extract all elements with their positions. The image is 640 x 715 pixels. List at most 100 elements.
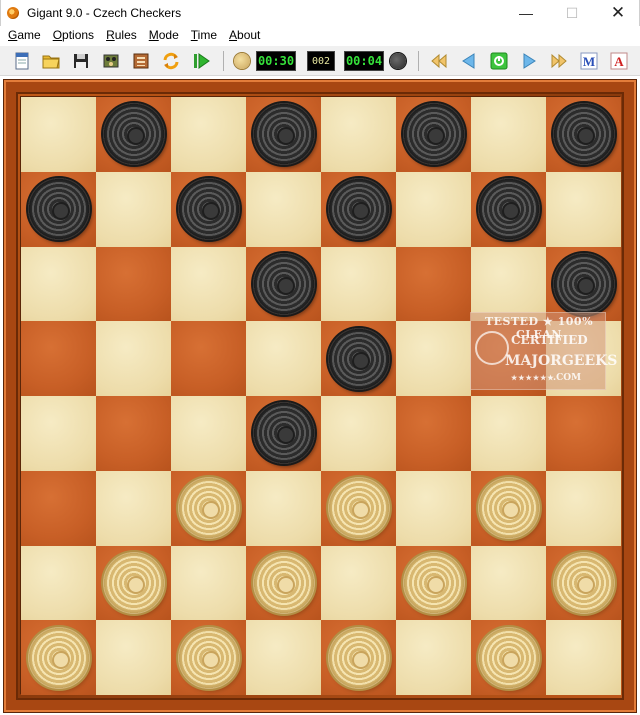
manual-m-icon[interactable]: M — [578, 50, 600, 72]
menu-mode[interactable]: Mode — [143, 26, 185, 46]
board-square[interactable] — [246, 620, 321, 695]
board-square[interactable] — [171, 171, 246, 247]
white-checker-piece[interactable] — [177, 477, 240, 540]
board-square[interactable] — [21, 97, 96, 172]
board-square[interactable] — [21, 545, 96, 621]
flip-rotate-icon[interactable] — [160, 50, 182, 72]
board-square[interactable] — [546, 545, 621, 621]
board-square[interactable] — [96, 97, 171, 172]
board-square[interactable] — [246, 171, 321, 247]
save-disk-icon[interactable] — [70, 50, 92, 72]
board-square[interactable] — [246, 246, 321, 322]
board-square[interactable] — [171, 620, 246, 695]
board-square[interactable] — [321, 396, 396, 471]
board-square[interactable] — [546, 470, 621, 546]
board-square[interactable] — [246, 321, 321, 396]
black-checker-piece[interactable] — [552, 103, 615, 166]
white-checker-piece[interactable] — [27, 626, 90, 689]
white-checker-piece[interactable] — [252, 551, 315, 614]
board-square[interactable] — [321, 545, 396, 621]
new-game-icon[interactable] — [11, 50, 33, 72]
black-checker-piece[interactable] — [552, 252, 615, 315]
board-square[interactable] — [321, 470, 396, 546]
board-square[interactable] — [471, 545, 546, 621]
menu-time[interactable]: Time — [185, 26, 223, 46]
board-square[interactable] — [246, 97, 321, 172]
black-checker-piece[interactable] — [252, 402, 315, 465]
black-checker-piece[interactable] — [327, 327, 390, 390]
white-checker-piece[interactable] — [552, 551, 615, 614]
board-square[interactable] — [396, 396, 471, 471]
board-square[interactable] — [396, 545, 471, 621]
play-icon[interactable] — [190, 50, 212, 72]
white-checker-piece[interactable] — [477, 477, 540, 540]
last-move-icon[interactable] — [548, 50, 570, 72]
board-square[interactable] — [171, 97, 246, 172]
board-square[interactable] — [546, 171, 621, 247]
board-square[interactable] — [246, 545, 321, 621]
board-square[interactable] — [546, 97, 621, 172]
black-checker-piece[interactable] — [327, 178, 390, 241]
board-square[interactable] — [396, 321, 471, 396]
board-square[interactable] — [546, 246, 621, 322]
board-square[interactable] — [171, 321, 246, 396]
board-square[interactable] — [246, 470, 321, 546]
menu-game[interactable]: Game — [2, 26, 47, 46]
board-square[interactable] — [321, 620, 396, 695]
board-square[interactable] — [21, 246, 96, 322]
board-square[interactable] — [321, 246, 396, 322]
board-square[interactable] — [321, 97, 396, 172]
board-square[interactable] — [246, 396, 321, 471]
board-square[interactable] — [471, 246, 546, 322]
black-checker-piece[interactable] — [177, 178, 240, 241]
black-checker-piece[interactable] — [27, 178, 90, 241]
open-folder-icon[interactable] — [40, 50, 62, 72]
board-square[interactable] — [96, 470, 171, 546]
auto-a-icon[interactable]: A — [608, 50, 630, 72]
black-checker-piece[interactable] — [477, 178, 540, 241]
white-checker-piece[interactable] — [402, 551, 465, 614]
board-square[interactable] — [96, 545, 171, 621]
board-square[interactable] — [171, 246, 246, 322]
board-square[interactable] — [96, 396, 171, 471]
close-button[interactable]: ✕ — [595, 0, 640, 26]
board-square[interactable] — [21, 171, 96, 247]
white-checker-piece[interactable] — [102, 551, 165, 614]
board-square[interactable] — [546, 620, 621, 695]
white-checker-piece[interactable] — [327, 477, 390, 540]
board-square[interactable] — [546, 396, 621, 471]
board-square[interactable] — [21, 470, 96, 546]
board-square[interactable] — [21, 396, 96, 471]
board-square[interactable] — [321, 171, 396, 247]
minimize-button[interactable]: — — [503, 0, 549, 26]
white-checker-piece[interactable] — [327, 626, 390, 689]
menu-about[interactable]: About — [223, 26, 266, 46]
engine-settings-icon[interactable] — [130, 50, 152, 72]
board-square[interactable] — [321, 321, 396, 396]
board-square[interactable] — [396, 246, 471, 322]
black-checker-piece[interactable] — [252, 252, 315, 315]
menu-options[interactable]: Options — [47, 26, 100, 46]
menu-rules[interactable]: Rules — [100, 26, 143, 46]
board-square[interactable] — [171, 470, 246, 546]
first-move-icon[interactable] — [428, 50, 450, 72]
board-square[interactable] — [171, 545, 246, 621]
board-square[interactable] — [396, 97, 471, 172]
board-square[interactable] — [21, 321, 96, 396]
previous-move-icon[interactable] — [458, 50, 480, 72]
board-square[interactable] — [471, 470, 546, 546]
board-setup-icon[interactable] — [100, 50, 122, 72]
maximize-button[interactable]: ☐ — [549, 0, 595, 26]
board-square[interactable] — [471, 97, 546, 172]
board-square[interactable] — [471, 171, 546, 247]
board-square[interactable] — [96, 620, 171, 695]
board-square[interactable] — [396, 470, 471, 546]
board-square[interactable] — [171, 396, 246, 471]
white-checker-piece[interactable] — [177, 626, 240, 689]
engine-move-icon[interactable] — [488, 50, 510, 72]
board-square[interactable] — [396, 620, 471, 695]
board-square[interactable] — [21, 620, 96, 695]
board-square[interactable] — [396, 171, 471, 247]
board-square[interactable] — [96, 171, 171, 247]
board-square[interactable] — [96, 321, 171, 396]
